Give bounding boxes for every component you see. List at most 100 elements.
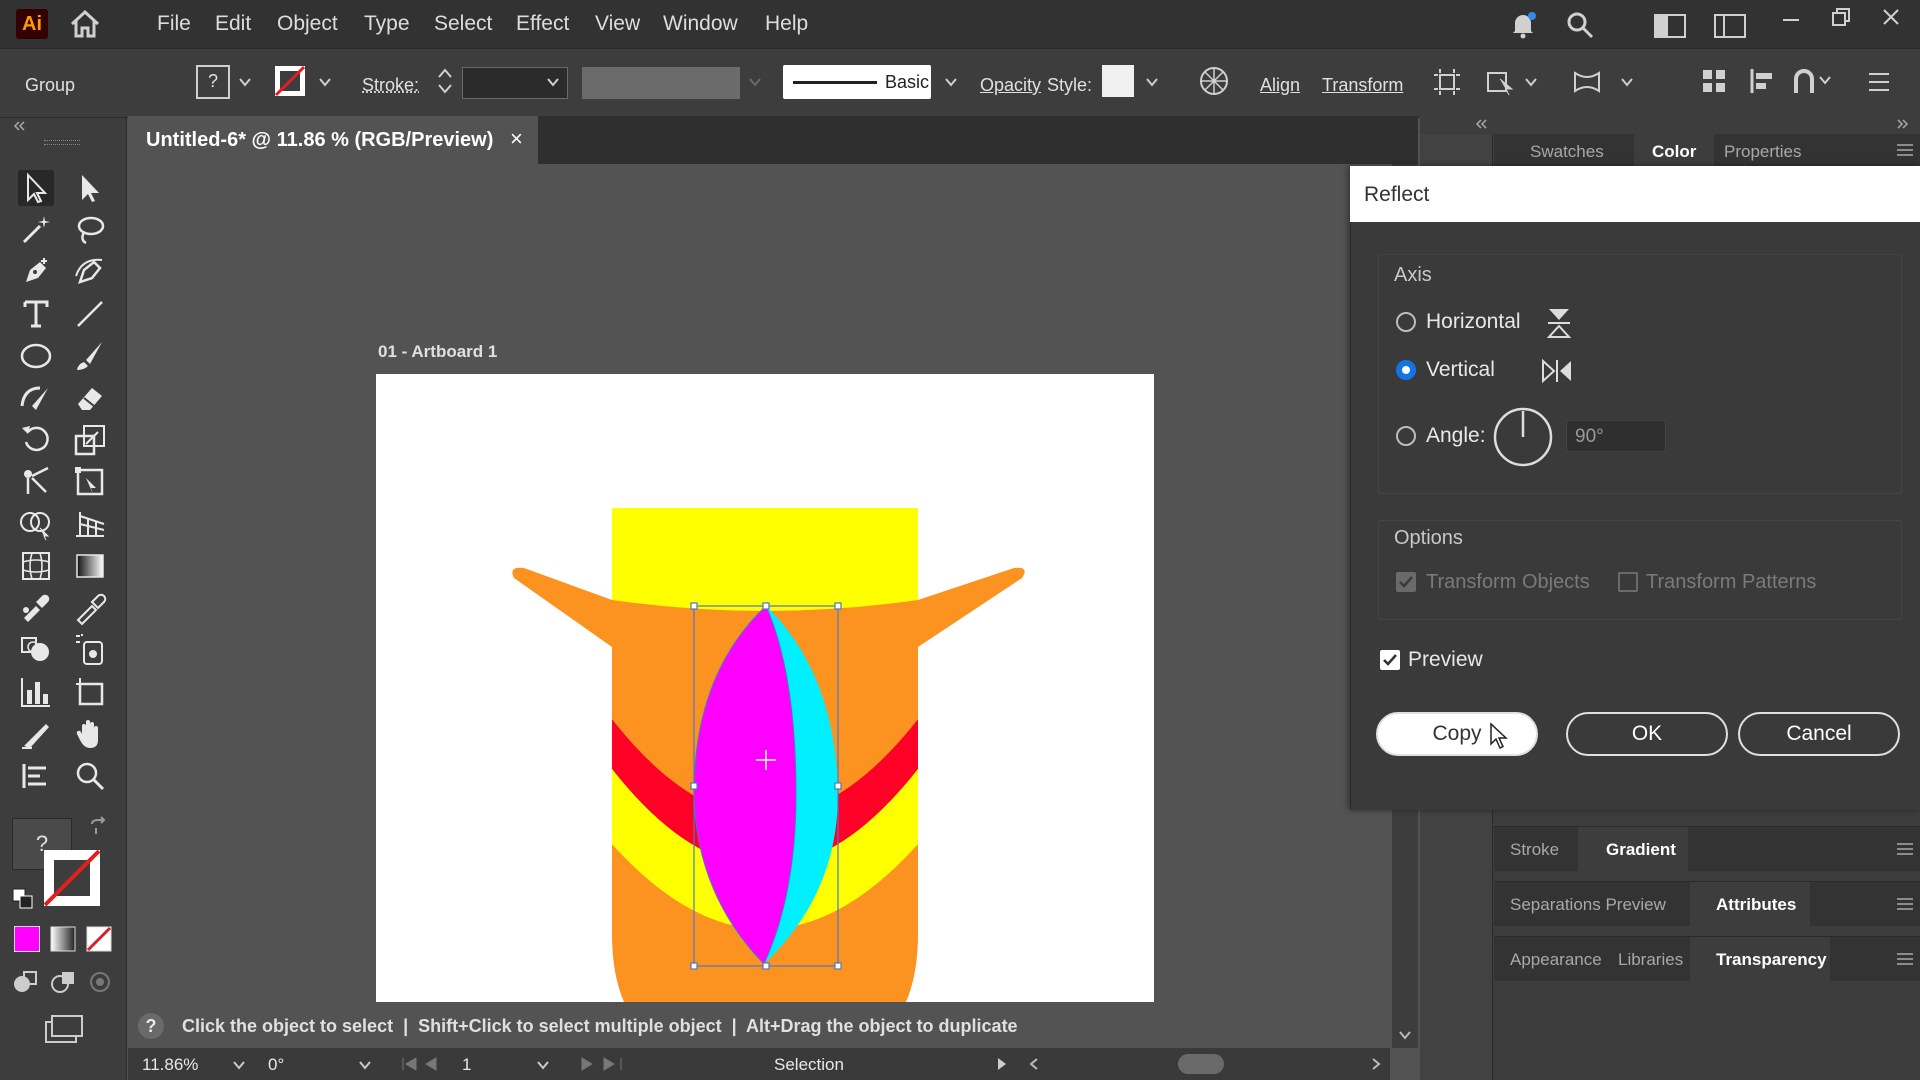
collapse-panels-icon[interactable] — [1474, 118, 1488, 130]
slice-tool-icon[interactable] — [18, 716, 54, 752]
type-tool-icon[interactable] — [18, 296, 54, 332]
close-window-icon[interactable] — [1880, 6, 1902, 28]
align-objects-icon[interactable] — [1700, 67, 1728, 95]
print-tiling-tool-icon[interactable] — [18, 758, 54, 794]
tab-stroke[interactable]: Stroke — [1510, 840, 1559, 860]
eraser-tool-icon[interactable] — [72, 380, 108, 416]
chevron-down-icon[interactable] — [232, 1058, 246, 1072]
tab-separations-preview[interactable]: Separations Preview — [1510, 895, 1666, 915]
chevron-down-icon[interactable] — [1145, 75, 1159, 89]
angle-label[interactable]: Angle: — [1426, 424, 1486, 448]
graphic-style-swatch[interactable] — [1102, 65, 1134, 97]
copy-button[interactable]: Copy — [1376, 712, 1538, 756]
preview-label[interactable]: Preview — [1408, 648, 1483, 672]
menu-object[interactable]: Object — [277, 0, 338, 48]
panel-menu-icon[interactable] — [1866, 69, 1892, 95]
stroke-label[interactable]: Stroke: — [362, 75, 419, 95]
scale-tool-icon[interactable] — [72, 422, 108, 458]
align-link[interactable]: Align — [1260, 75, 1300, 95]
tab-gradient[interactable]: Gradient — [1606, 840, 1676, 860]
direct-selection-tool-icon[interactable] — [72, 170, 108, 206]
angle-input[interactable]: 90° — [1566, 420, 1666, 452]
gradient-tool-icon[interactable] — [72, 548, 108, 584]
distribute-icon[interactable] — [1748, 67, 1776, 95]
chevron-down-icon[interactable] — [318, 75, 332, 89]
measure-eyedropper-icon[interactable] — [72, 590, 108, 626]
menu-select[interactable]: Select — [434, 0, 492, 48]
envelope-distort-icon[interactable] — [1572, 67, 1602, 97]
tab-transparency[interactable]: Transparency — [1716, 950, 1827, 970]
horizontal-radio[interactable] — [1396, 312, 1416, 332]
transform-link[interactable]: Transform — [1322, 75, 1403, 95]
variable-width-profile[interactable] — [582, 67, 740, 99]
chevron-down-icon[interactable] — [1620, 75, 1634, 89]
puppet-warp-tool-icon[interactable] — [18, 464, 54, 500]
stroke-indicator[interactable] — [42, 848, 102, 908]
tab-attributes[interactable]: Attributes — [1716, 895, 1796, 915]
panel-menu-icon[interactable] — [1896, 841, 1914, 857]
panel-menu-icon[interactable] — [1896, 951, 1914, 967]
draw-normal-icon[interactable] — [12, 968, 40, 996]
bell-icon[interactable] — [1508, 10, 1538, 40]
swap-fill-stroke-icon[interactable] — [88, 816, 110, 838]
help-icon[interactable]: ? — [138, 1013, 164, 1039]
angle-dial-icon[interactable] — [1492, 406, 1554, 468]
ellipse-tool-icon[interactable] — [18, 338, 54, 374]
default-fill-stroke-icon[interactable] — [12, 888, 34, 910]
first-prev-artboard-icon[interactable] — [400, 1056, 450, 1072]
draw-inside-icon[interactable] — [86, 968, 114, 996]
dialog-title-bar[interactable] — [1350, 166, 1920, 222]
stroke-swatch[interactable] — [274, 65, 306, 97]
line-segment-tool-icon[interactable] — [72, 296, 108, 332]
eyedropper-tool-icon[interactable] — [18, 590, 54, 626]
menu-window[interactable]: Window — [663, 0, 738, 48]
transform-objects-checkbox[interactable] — [1396, 572, 1416, 592]
artwork[interactable] — [376, 374, 1154, 1002]
fill-swatch[interactable]: ? — [196, 65, 230, 99]
curvature-tool-icon[interactable] — [72, 254, 108, 290]
menu-view[interactable]: View — [595, 0, 640, 48]
mesh-tool-icon[interactable] — [18, 548, 54, 584]
tab-color[interactable]: Color — [1652, 142, 1696, 162]
scroll-right-icon[interactable] — [1370, 1057, 1382, 1071]
angle-radio[interactable] — [1396, 426, 1416, 446]
vertical-label[interactable]: Vertical — [1426, 358, 1495, 382]
ok-button[interactable]: OK — [1566, 712, 1728, 756]
isolate-group-icon[interactable] — [1432, 67, 1462, 97]
status-menu-arrow-icon[interactable] — [996, 1057, 1008, 1071]
shape-builder-tool-icon[interactable] — [18, 506, 54, 542]
paintbrush-tool-icon[interactable] — [72, 338, 108, 374]
lasso-tool-icon[interactable] — [72, 212, 108, 248]
panel-menu-icon[interactable] — [1896, 142, 1914, 158]
artboard-tool-icon[interactable] — [72, 674, 108, 710]
chevron-down-icon[interactable] — [358, 1058, 372, 1072]
tab-properties[interactable]: Properties — [1724, 142, 1801, 162]
chevron-down-icon[interactable] — [546, 75, 560, 89]
chevron-down-icon[interactable] — [536, 1058, 550, 1072]
column-graph-tool-icon[interactable] — [18, 674, 54, 710]
expand-panels-icon[interactable] — [1896, 118, 1910, 130]
workspace-icon[interactable] — [1654, 14, 1686, 38]
menu-edit[interactable]: Edit — [215, 0, 251, 48]
free-transform-tool-icon[interactable] — [72, 464, 108, 500]
arrange-documents-icon[interactable] — [1714, 14, 1746, 38]
menu-help[interactable]: Help — [765, 0, 808, 48]
transform-objects-label[interactable]: Transform Objects — [1426, 571, 1590, 594]
menu-file[interactable]: File — [157, 0, 191, 48]
collapse-toolbar-icon[interactable] — [12, 120, 26, 132]
menu-type[interactable]: Type — [364, 0, 410, 48]
scroll-left-icon[interactable] — [1028, 1057, 1040, 1071]
preview-checkbox[interactable] — [1380, 650, 1400, 670]
recolor-artwork-icon[interactable] — [1198, 65, 1230, 97]
chevron-down-icon[interactable] — [944, 75, 958, 89]
zoom-level[interactable]: 11.86% — [142, 1055, 198, 1075]
artboard-number[interactable]: 1 — [462, 1055, 471, 1075]
brush-definition[interactable]: Basic — [783, 65, 931, 99]
cancel-button[interactable]: Cancel — [1738, 712, 1900, 756]
opacity-label[interactable]: Opacity — [980, 75, 1041, 95]
artboard[interactable] — [376, 374, 1154, 1002]
next-last-artboard-icon[interactable] — [574, 1056, 624, 1072]
perspective-grid-tool-icon[interactable] — [72, 506, 108, 542]
rotate-tool-icon[interactable] — [18, 422, 54, 458]
blend-tool-icon[interactable] — [18, 632, 54, 668]
